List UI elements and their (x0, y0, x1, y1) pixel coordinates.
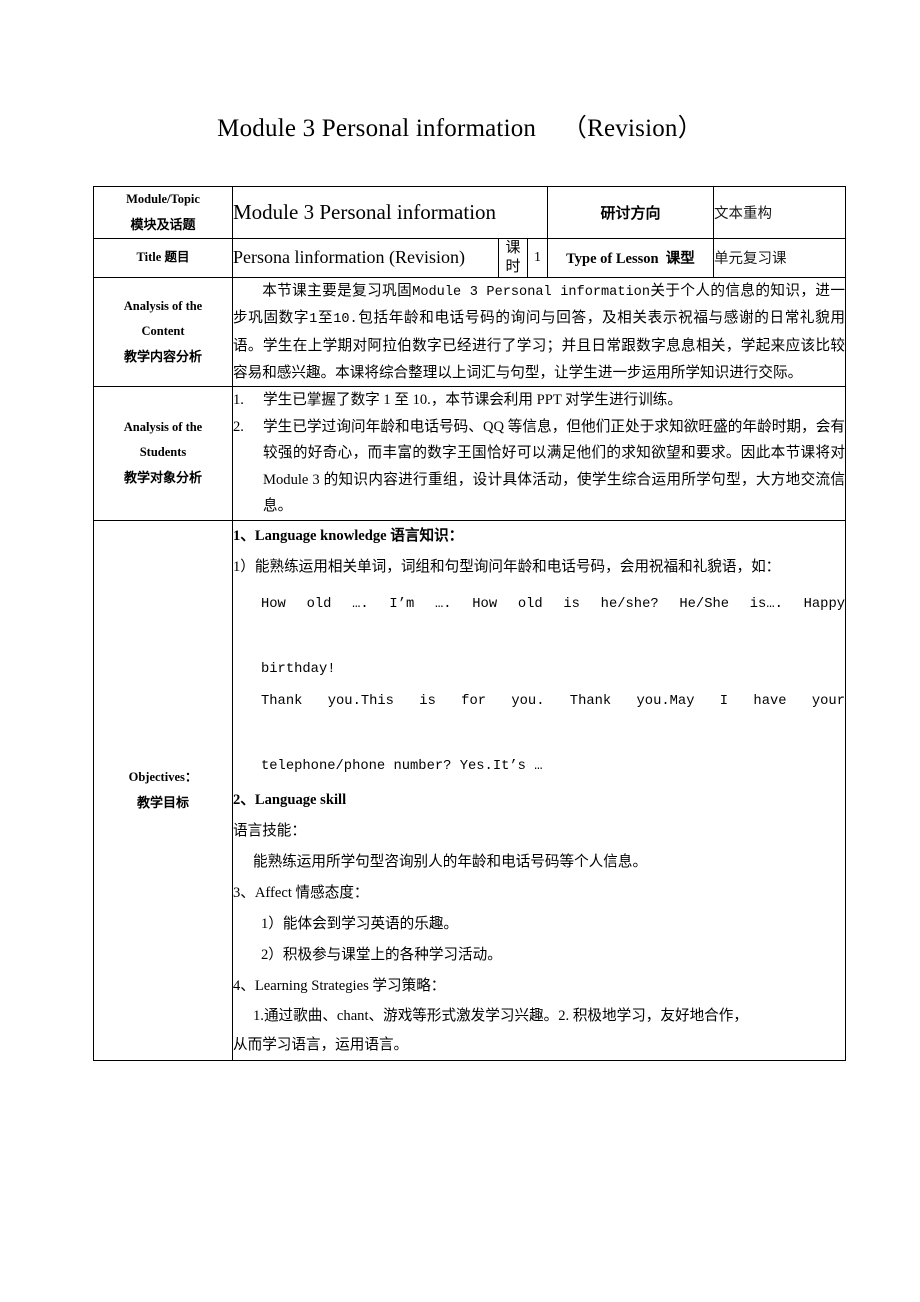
student-analysis-label-en1: Analysis of the (123, 420, 203, 435)
objective-language-skill-item1: 能熟练运用所学句型咨询别人的年龄和电话号码等个人信息。 (253, 854, 648, 871)
table-row-content-analysis: Analysis of the Content 教学内容分析 本节课主要是复习巩… (93, 276, 846, 388)
example-line: telephone/phone number? Yes.It’s … (261, 758, 543, 774)
table-row-student-analysis: Analysis of the Students 教学对象分析 1. 学生已掌握… (93, 386, 846, 521)
list-item: 1. 学生已掌握了数字 1 至 10.，本节课会利用 PPT 对学生进行训练。 (233, 388, 845, 414)
content-analysis-label-en1: Analysis of the (123, 298, 203, 313)
class-hours-value: 1 (527, 238, 548, 278)
objectives-label-en: Objectives： (128, 769, 198, 784)
title-value: Persona linformation (Revision) (232, 238, 499, 278)
example-sentences: How old …. I’m …. How old is he/she? He/… (234, 583, 845, 786)
class-hours-label-char2: 时 (505, 258, 521, 275)
content-analysis-mono3: 10. (333, 312, 358, 328)
table-row-title: Title 题目 Persona linformation (Revision)… (93, 238, 846, 278)
list-item-marker: 2. (233, 418, 244, 435)
content-analysis-seg1: 本节课主要是复习巩固 (262, 282, 413, 299)
page-title: Module 3 Personal information （Revision） (217, 115, 703, 142)
module-topic-value: Module 3 Personal information (232, 186, 548, 239)
lesson-type-label: Type of Lesson 课型 (547, 238, 714, 278)
objective-strategies-heading: 4、Learning Strategies 学习策略： (233, 977, 446, 994)
student-analysis-label-cn: 教学对象分析 (123, 470, 202, 486)
table-row-objectives: Objectives： 教学目标 1、Language knowledge 语言… (93, 519, 846, 1062)
title-label-text: Title 题目 (136, 250, 190, 265)
content-analysis-text: 本节课主要是复习巩固Module 3 Personal information关… (232, 276, 846, 388)
class-hours-label-char1: 课 (505, 240, 521, 256)
content-analysis-label: Analysis of the Content 教学内容分析 (93, 276, 233, 388)
content-analysis-paragraph: 本节课主要是复习巩固Module 3 Personal information关… (234, 278, 845, 386)
title-label: Title 题目 (93, 238, 233, 278)
list-item-text: 学生已学过询问年龄和电话号码、QQ 等信息，但他们正处于求知欲旺盛的年龄时期，会… (263, 418, 845, 515)
list-item: 2. 学生已学过询问年龄和电话号码、QQ 等信息，但他们正处于求知欲旺盛的年龄时… (233, 414, 845, 520)
student-analysis-text: 1. 学生已掌握了数字 1 至 10.，本节课会利用 PPT 对学生进行训练。 … (232, 386, 846, 521)
objective-affect-heading: 3、Affect 情感态度： (233, 885, 369, 902)
lesson-type-value: 单元复习课 (713, 238, 846, 278)
content-analysis-label-en2: Content (141, 323, 185, 338)
list-item-text: 学生已掌握了数字 1 至 10.，本节课会利用 PPT 对学生进行训练。 (263, 392, 682, 409)
document-page: Module 3 Personal information （Revision）… (0, 0, 920, 1302)
objective-language-knowledge-heading: 1、Language knowledge 语言知识： (233, 527, 464, 544)
research-direction-value: 文本重构 (713, 186, 846, 239)
example-line: Thank you.This is for you. Thank you.May… (261, 693, 845, 709)
objective-affect-item1: 1）能体会到学习英语的乐趣。 (261, 915, 459, 932)
class-hours-label: 课 时 (498, 238, 528, 278)
student-analysis-list: 1. 学生已掌握了数字 1 至 10.，本节课会利用 PPT 对学生进行训练。 … (233, 388, 845, 520)
objectives-label-cn: 教学目标 (136, 794, 189, 810)
content-analysis-label-cn: 教学内容分析 (123, 348, 202, 364)
objectives-text: 1、Language knowledge 语言知识： 1）能熟练运用相关单词，词… (232, 519, 846, 1062)
list-item-marker: 1. (233, 392, 244, 409)
student-analysis-label: Analysis of the Students 教学对象分析 (93, 386, 233, 521)
content-analysis-mono1: Module 3 Personal information (412, 284, 650, 300)
content-analysis-seg3: 至 (317, 310, 334, 327)
objective-strategies-item2: 从而学习语言，运用语言。 (233, 1036, 409, 1053)
example-line: birthday! (261, 661, 336, 677)
objective-language-skill-subheading: 语言技能： (233, 823, 306, 840)
objectives-label: Objectives： 教学目标 (93, 519, 233, 1062)
table-row-module: Module/Topic 模块及话题 Module 3 Personal inf… (93, 186, 846, 239)
lesson-plan-table: Module/Topic 模块及话题 Module 3 Personal inf… (93, 186, 846, 1062)
student-analysis-label-en2: Students (139, 445, 187, 460)
module-topic-label: Module/Topic 模块及话题 (93, 186, 233, 239)
objective-affect-item2: 2）积极参与课堂上的各种学习活动。 (261, 946, 502, 963)
module-topic-label-cn: 模块及话题 (130, 217, 196, 232)
module-topic-label-en: Module/Topic (126, 192, 200, 206)
objective-language-skill-heading: 2、Language skill (233, 792, 347, 809)
objective-strategies-item1: 1.通过歌曲、chant、游戏等形式激发学习兴趣。2. 积极地学习，友好地合作， (253, 1007, 748, 1024)
objective-language-knowledge-item1: 1）能熟练运用相关单词，词组和句型询问年龄和电话号码，会用祝福和礼貌语，如： (233, 558, 781, 575)
research-direction-label: 研讨方向 (547, 186, 714, 239)
example-line: How old …. I’m …. How old is he/she? He/… (261, 596, 845, 612)
